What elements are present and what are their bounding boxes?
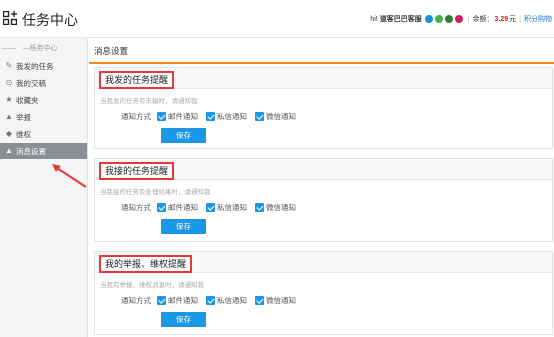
sidebar-item-my-submissions[interactable]: ⊙ 我的交稿 (0, 75, 87, 91)
panel-title: 我的举报、维权提醒 (99, 255, 193, 273)
star-icon: ★ (5, 95, 13, 104)
balance-value: 3.29 (494, 15, 509, 23)
wechat-notify-checkbox[interactable]: 微信通知 (255, 202, 296, 213)
sidebar-item-label: 我的交稿 (16, 78, 46, 88)
notify-options: 通知方式 邮件通知 私信通知 微信通知 (121, 111, 304, 122)
sidebar: 任务中心 ✎ 我发的任务 ⊙ 我的交稿 ★ 收藏夹 ▲ 举报 ◆ 维权 ▲ 消息… (0, 38, 88, 337)
checkbox-checked-icon (255, 296, 264, 305)
edit-icon: ✎ (5, 61, 13, 70)
balance-label: 余额： (472, 16, 494, 23)
sidebar-item-label: 维权 (16, 129, 31, 139)
sidebar-item-message-settings[interactable]: ▲ 消息设置 (0, 143, 87, 159)
section-title: 消息设置 (94, 46, 129, 56)
page-title: 任务中心 (22, 12, 78, 28)
sidebar-item-label: 我发的任务 (16, 61, 54, 71)
panel-description: 当我有举报、维权消息时，请通知我 (100, 282, 204, 289)
notify-method-label: 通知方式 (121, 296, 151, 305)
checkbox-checked-icon (157, 112, 166, 121)
alarm-icon: ▲ (5, 112, 13, 121)
sidebar-item-label: 举报 (16, 112, 31, 122)
panel-title: 我发的任务提醒 (99, 71, 175, 89)
panel-header: 我发的任务提醒 (95, 68, 552, 89)
option-label: 私信通知 (217, 203, 247, 212)
notify-options: 通知方式 邮件通知 私信通知 微信通知 (121, 295, 304, 306)
qq-icon[interactable] (424, 15, 433, 23)
save-button[interactable]: 保存 (161, 312, 206, 327)
message-notify-checkbox[interactable]: 私信通知 (206, 111, 247, 122)
wechat-notify-checkbox[interactable]: 微信通知 (255, 295, 296, 306)
checkbox-checked-icon (255, 112, 264, 121)
panel-description: 当我接的任务有处理结果时，请通知我 (100, 189, 211, 196)
main-content: 消息设置 我发的任务提醒 当我发的任务有未稿时，请通知我 通知方式 邮件通知 私… (89, 38, 554, 337)
username-link[interactable]: 道客巴巴客服 (380, 14, 422, 24)
wechat-notify-checkbox[interactable]: 微信通知 (255, 111, 296, 122)
message-notify-checkbox[interactable]: 私信通知 (206, 295, 247, 306)
notify-method-label: 通知方式 (121, 112, 151, 121)
checkbox-checked-icon (206, 296, 215, 305)
checkbox-checked-icon (255, 203, 264, 212)
upload-icon: ⊙ (5, 78, 13, 87)
notify-options: 通知方式 邮件通知 私信通知 微信通知 (121, 202, 304, 213)
checkbox-checked-icon (157, 203, 166, 212)
email-notify-checkbox[interactable]: 邮件通知 (157, 202, 198, 213)
save-button[interactable]: 保存 (161, 128, 206, 143)
panel-description: 当我发的任务有未稿时，请通知我 (100, 98, 198, 105)
grid-logo-icon (3, 11, 17, 25)
sidebar-item-rights[interactable]: ◆ 维权 (0, 126, 87, 142)
header: 任务中心 hi! 道客巴巴客服 | 余额： 3.29 元 | 积分购物 (0, 0, 554, 38)
greeting: hi! (370, 15, 378, 23)
option-label: 微信通知 (266, 296, 296, 305)
sidebar-item-label: 收藏夹 (16, 95, 39, 105)
panel-report-rights: 我的举报、维权提醒 当我有举报、维权消息时，请通知我 通知方式 邮件通知 私信通… (94, 251, 553, 335)
save-button[interactable]: 保存 (161, 219, 206, 234)
panel-header: 我的举报、维权提醒 (95, 252, 552, 273)
sidebar-item-my-tasks[interactable]: ✎ 我发的任务 (0, 58, 87, 74)
checkbox-checked-icon (157, 296, 166, 305)
sidebar-heading: 任务中心 (0, 38, 87, 58)
sidebar-item-label: 消息设置 (16, 146, 46, 156)
notify-method-label: 通知方式 (121, 203, 151, 212)
panel-header: 我接的任务提醒 (95, 159, 552, 180)
option-label: 邮件通知 (168, 296, 198, 305)
divider: | (519, 15, 521, 23)
shield-icon: ◆ (5, 129, 13, 138)
panel-title: 我接的任务提醒 (99, 162, 175, 180)
email-notify-checkbox[interactable]: 邮件通知 (157, 295, 198, 306)
panel-my-accepted-tasks: 我接的任务提醒 当我接的任务有处理结果时，请通知我 通知方式 邮件通知 私信通知… (94, 158, 553, 242)
phone-icon[interactable] (444, 15, 453, 23)
weibo-icon[interactable] (454, 15, 463, 23)
balance-unit: 元 (509, 16, 517, 23)
sidebar-item-favorites[interactable]: ★ 收藏夹 (0, 92, 87, 108)
option-label: 私信通知 (217, 296, 247, 305)
sidebar-item-report[interactable]: ▲ 举报 (0, 109, 87, 125)
user-bar: hi! 道客巴巴客服 | 余额： 3.29 元 | 积分购物 (370, 14, 552, 24)
email-notify-checkbox[interactable]: 邮件通知 (157, 111, 198, 122)
divider: | (467, 15, 470, 23)
option-label: 微信通知 (266, 112, 296, 121)
option-label: 微信通知 (266, 203, 296, 212)
checkbox-checked-icon (206, 203, 215, 212)
option-label: 邮件通知 (168, 112, 198, 121)
checkbox-checked-icon (206, 112, 215, 121)
points-shop-link[interactable]: 积分购物 (524, 14, 552, 24)
option-label: 邮件通知 (168, 203, 198, 212)
panel-my-posted-tasks: 我发的任务提醒 当我发的任务有未稿时，请通知我 通知方式 邮件通知 私信通知 微… (94, 67, 553, 149)
bell-icon: ▲ (5, 146, 13, 155)
wechat-icon[interactable] (434, 15, 443, 23)
section-divider (89, 62, 554, 64)
message-notify-checkbox[interactable]: 私信通知 (206, 202, 247, 213)
option-label: 私信通知 (217, 112, 247, 121)
